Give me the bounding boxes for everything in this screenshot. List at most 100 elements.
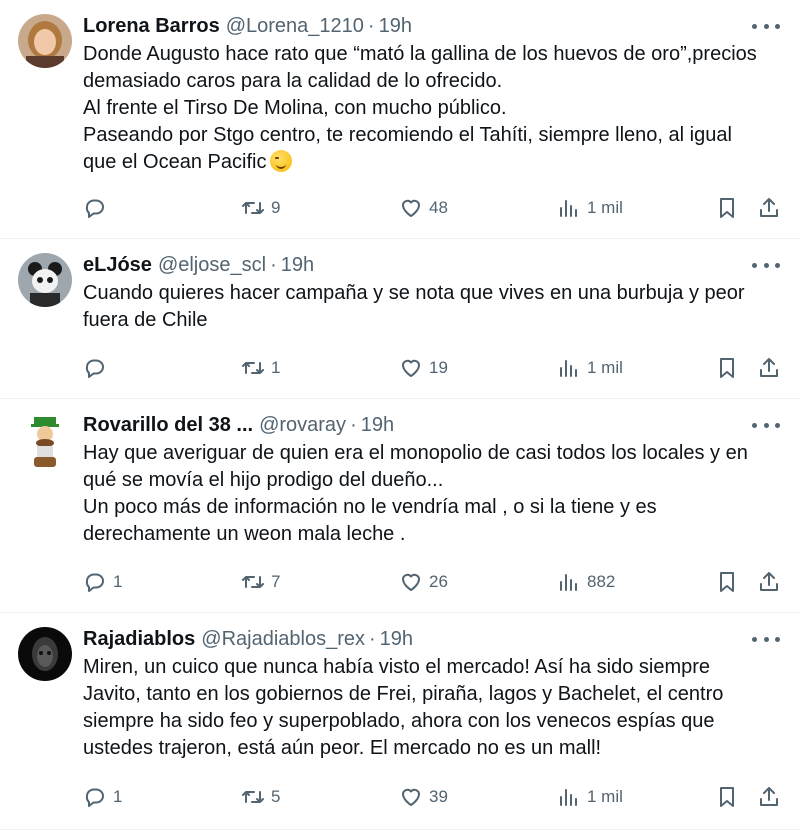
more-options-icon[interactable] (752, 413, 780, 437)
action-bar: 1 7 26 882 (83, 567, 780, 597)
view-count: 1 mil (587, 787, 623, 806)
retweet-icon (242, 202, 264, 214)
retweet-count: 1 (271, 358, 281, 377)
reply-feed: Lorena Barros @Lorena_1210 · 19h Donde A… (0, 0, 800, 830)
retweet-count: 7 (271, 572, 281, 591)
retweet-count: 5 (271, 787, 281, 806)
share-icon (760, 358, 778, 377)
retweet-button[interactable]: 5 (241, 782, 280, 812)
share-button[interactable] (757, 567, 781, 597)
retweet-icon (242, 362, 264, 374)
bookmark-icon (720, 358, 734, 378)
reply-icon (85, 199, 104, 218)
like-count: 19 (429, 358, 448, 377)
heart-icon (402, 359, 420, 377)
views-chart-icon (560, 789, 577, 806)
like-button[interactable]: 19 (399, 353, 448, 383)
view-count: 1 mil (587, 198, 623, 217)
tweet-text: Donde Augusto hace rato que “mató la gal… (83, 43, 757, 173)
bookmark-button[interactable] (715, 353, 739, 383)
tweet-text: Cuando quieres hacer campaña y se nota q… (83, 282, 745, 331)
reply-count: 1 (113, 787, 123, 806)
author-handle[interactable]: @eljose_scl (158, 251, 266, 279)
like-button[interactable]: 48 (399, 193, 448, 223)
action-bar: 9 48 1 mil (83, 193, 780, 223)
reply-button[interactable]: 1 (83, 567, 122, 597)
avatar[interactable] (18, 413, 72, 467)
author-handle[interactable]: @rovaray (259, 411, 346, 439)
tweet-text: Hay que averiguar de quien era el monopo… (83, 442, 748, 545)
timestamp[interactable]: 19h (379, 12, 412, 40)
author-name[interactable]: eLJóse (83, 251, 152, 279)
separator-dot: · (270, 254, 277, 276)
action-bar: 1 5 39 1 mil (83, 782, 780, 812)
author-name[interactable]: Lorena Barros (83, 12, 220, 40)
retweet-button[interactable]: 7 (241, 567, 280, 597)
view-count: 1 mil (587, 358, 623, 377)
reply-count: 1 (113, 572, 123, 591)
avatar[interactable] (18, 253, 72, 307)
timestamp[interactable]: 19h (361, 411, 394, 439)
separator-dot: · (369, 628, 376, 650)
author-handle[interactable]: @Rajadiablos_rex (201, 625, 365, 653)
author-name[interactable]: Rovarillo del 38 ... (83, 411, 253, 439)
bookmark-button[interactable] (715, 567, 739, 597)
author-name[interactable]: Rajadiablos (83, 625, 195, 653)
views-chart-icon (560, 360, 577, 377)
like-button[interactable]: 26 (399, 567, 448, 597)
views-button[interactable]: 1 mil (557, 193, 623, 223)
retweet-icon (242, 576, 264, 588)
views-chart-icon (560, 574, 577, 591)
reply-icon (85, 573, 104, 592)
view-count: 882 (587, 572, 616, 591)
like-count: 48 (429, 198, 448, 217)
retweet-icon (242, 791, 264, 803)
views-chart-icon (560, 200, 577, 217)
tweet-text: Miren, un cuico que nunca había visto el… (83, 656, 724, 759)
share-button[interactable] (757, 782, 781, 812)
like-count: 39 (429, 787, 448, 806)
more-options-icon[interactable] (752, 627, 780, 651)
bookmark-icon (720, 787, 734, 807)
timestamp[interactable]: 19h (380, 625, 413, 653)
views-button[interactable]: 882 (557, 567, 615, 597)
like-button[interactable]: 39 (399, 782, 448, 812)
avatar[interactable] (18, 14, 72, 68)
more-options-icon[interactable] (752, 253, 780, 277)
reply-icon (85, 359, 104, 378)
bookmark-button[interactable] (715, 782, 739, 812)
retweet-count: 9 (271, 198, 281, 217)
heart-icon (402, 199, 420, 217)
share-icon (760, 572, 778, 591)
timestamp[interactable]: 19h (281, 251, 314, 279)
share-button[interactable] (757, 193, 781, 223)
bookmark-button[interactable] (715, 193, 739, 223)
reply-button[interactable]: 1 (83, 782, 122, 812)
bookmark-icon (720, 572, 734, 592)
more-options-icon[interactable] (752, 14, 780, 38)
like-count: 26 (429, 572, 448, 591)
author-handle[interactable]: @Lorena_1210 (226, 12, 364, 40)
tweet[interactable]: Lorena Barros @Lorena_1210 · 19h Donde A… (0, 0, 800, 239)
tweet[interactable]: eLJóse @eljose_scl · 19h Cuando quieres … (0, 239, 800, 399)
share-icon (760, 787, 778, 806)
separator-dot: · (350, 414, 357, 436)
heart-icon (402, 573, 420, 591)
avatar[interactable] (18, 627, 72, 681)
views-button[interactable]: 1 mil (557, 782, 623, 812)
tweet[interactable]: Rovarillo del 38 ... @rovaray · 19h Hay … (0, 399, 800, 613)
share-button[interactable] (757, 353, 781, 383)
tweet[interactable]: Rajadiablos @Rajadiablos_rex · 19h Miren… (0, 613, 800, 830)
retweet-button[interactable]: 9 (241, 193, 280, 223)
retweet-button[interactable]: 1 (241, 353, 280, 383)
reply-button[interactable] (83, 353, 113, 383)
action-bar: 1 19 1 mil (83, 353, 780, 383)
views-button[interactable]: 1 mil (557, 353, 623, 383)
reply-icon (85, 788, 104, 807)
bookmark-icon (720, 198, 734, 218)
reply-button[interactable] (83, 193, 113, 223)
share-icon (760, 198, 778, 217)
winking-face-emoji (270, 150, 293, 172)
separator-dot: · (367, 15, 375, 37)
heart-icon (402, 788, 420, 806)
